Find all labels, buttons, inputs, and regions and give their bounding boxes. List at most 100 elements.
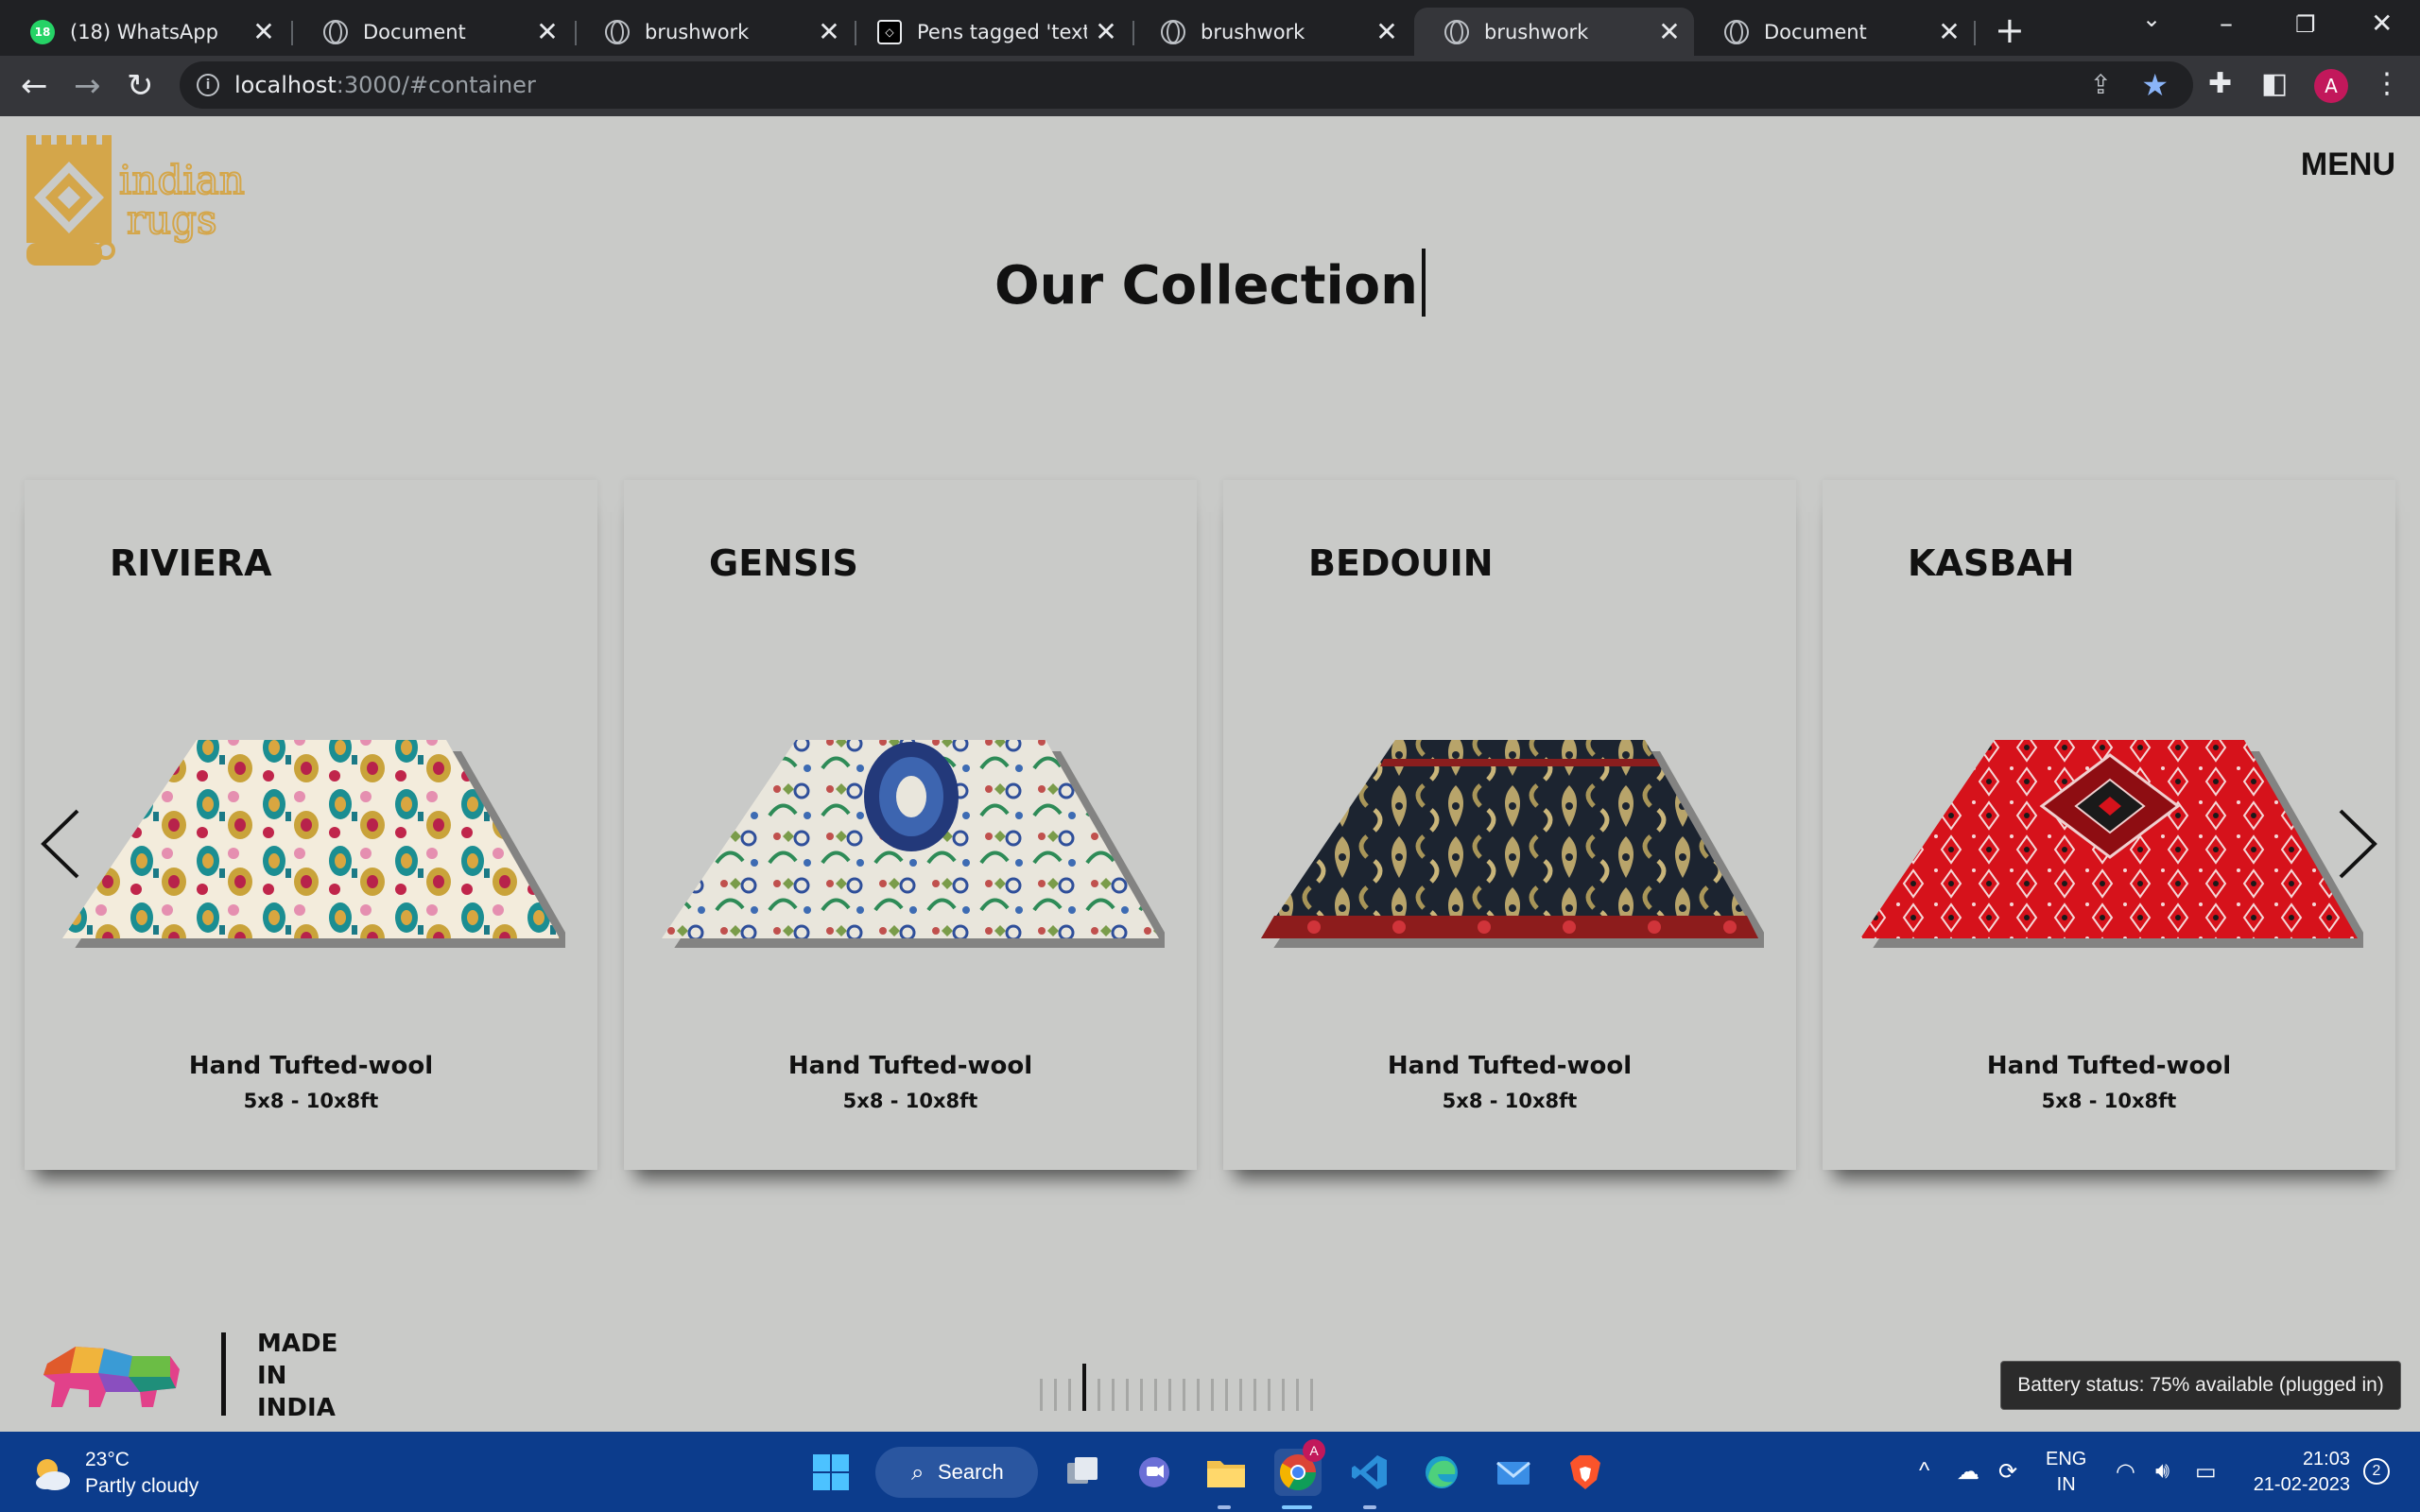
progress-tick[interactable]	[1282, 1379, 1285, 1411]
carousel-progress[interactable]	[1040, 1364, 1313, 1411]
vscode-button[interactable]	[1346, 1449, 1393, 1496]
whatsapp-icon: 18	[30, 19, 55, 44]
close-icon[interactable]: ✕	[818, 16, 840, 47]
collection-card-bedouin[interactable]: BEDOUIN Hand Tufted-wool 5x8 - 10x8ft	[1223, 480, 1796, 1170]
task-view-button[interactable]	[1059, 1449, 1106, 1496]
reload-icon[interactable]: ↻	[127, 67, 154, 105]
made-in-india-line: INDIA	[257, 1394, 336, 1422]
progress-tick[interactable]	[1068, 1379, 1071, 1411]
taskbar-search[interactable]: ⌕ Search	[875, 1447, 1038, 1498]
tab-strip: 18 (18) WhatsApp ✕ Document ✕ brushwork …	[0, 0, 2420, 56]
tab-brushwork[interactable]: brushwork ✕	[575, 8, 854, 56]
close-icon[interactable]: ✕	[536, 16, 559, 47]
chrome-button[interactable]: A	[1274, 1439, 1325, 1496]
onedrive-icon[interactable]: ☁	[1957, 1458, 1979, 1486]
address-bar[interactable]: i localhost:3000/#container ⇪ ★	[180, 61, 2193, 109]
progress-tick[interactable]	[1112, 1379, 1115, 1411]
teams-chat-button[interactable]	[1131, 1449, 1178, 1496]
card-size: 5x8 - 10x8ft	[243, 1090, 379, 1112]
close-icon[interactable]: ✕	[1375, 16, 1398, 47]
tab-document[interactable]: Document ✕	[1694, 8, 1974, 56]
sync-icon[interactable]: ⟳	[1998, 1458, 2017, 1486]
close-icon[interactable]: ✕	[252, 16, 275, 47]
new-tab-button[interactable]: +	[1995, 9, 2025, 51]
tab-whatsapp[interactable]: 18 (18) WhatsApp ✕	[0, 8, 288, 56]
card-size: 5x8 - 10x8ft	[842, 1090, 978, 1112]
close-icon[interactable]: ✕	[1938, 16, 1961, 47]
system-clock[interactable]: 21:03 21-02-2023	[2246, 1447, 2350, 1498]
progress-tick[interactable]	[1296, 1379, 1299, 1411]
progress-tick[interactable]	[1054, 1379, 1057, 1411]
battery-tooltip: Battery status: 75% available (plugged i…	[2000, 1361, 2401, 1410]
tab-codepen[interactable]: ◇ Pens tagged 'text-a ✕	[847, 8, 1131, 56]
wifi-icon[interactable]: ◠	[2116, 1458, 2135, 1486]
site-info-icon[interactable]: i	[197, 74, 219, 96]
back-icon[interactable]: ←	[21, 67, 48, 105]
carousel-prev-arrow[interactable]	[28, 801, 95, 886]
tab-separator	[1974, 21, 1976, 45]
tab-search-icon[interactable]: ⌄	[2142, 6, 2161, 32]
progress-tick[interactable]	[1040, 1379, 1043, 1411]
volume-icon[interactable]: 🔊︎	[2155, 1458, 2169, 1485]
codepen-icon: ◇	[877, 19, 902, 44]
close-icon[interactable]: ✕	[1095, 16, 1117, 47]
carousel-next-arrow[interactable]	[2324, 801, 2390, 886]
profile-avatar[interactable]: A	[2314, 69, 2348, 103]
progress-tick[interactable]	[1126, 1379, 1129, 1411]
window-close-icon[interactable]: ✕	[2371, 8, 2393, 39]
language-indicator[interactable]: ENG IN	[2046, 1447, 2086, 1498]
url-path: :3000/#container	[336, 72, 536, 98]
progress-tick[interactable]	[1239, 1379, 1242, 1411]
mail-button[interactable]	[1490, 1449, 1537, 1496]
text-cursor	[1422, 249, 1426, 317]
tab-title: Document	[363, 20, 466, 43]
progress-tick[interactable]	[1197, 1379, 1200, 1411]
collection-card-gensis[interactable]: GENSIS Hand Tufted-wool 5x8 - 10x8ft	[624, 480, 1197, 1170]
notification-badge[interactable]: 2	[2363, 1458, 2390, 1485]
progress-tick[interactable]	[1268, 1379, 1270, 1411]
language-code: ENG	[2046, 1449, 2087, 1469]
brave-button[interactable]	[1562, 1449, 1609, 1496]
progress-tick[interactable]	[1168, 1379, 1171, 1411]
progress-tick[interactable]	[1310, 1379, 1313, 1411]
progress-tick[interactable]	[1098, 1379, 1100, 1411]
edge-button[interactable]	[1418, 1449, 1465, 1496]
card-material: Hand Tufted-wool	[1986, 1052, 2232, 1080]
share-icon[interactable]: ⇪	[2090, 69, 2112, 100]
progress-tick[interactable]	[1140, 1379, 1143, 1411]
page-content: indian rugs MENU Our Collection RIVIERA	[0, 116, 2420, 1432]
progress-tick[interactable]	[1183, 1379, 1185, 1411]
menu-button[interactable]: MENU	[2301, 146, 2395, 183]
card-size: 5x8 - 10x8ft	[2041, 1090, 2177, 1112]
minimize-icon[interactable]: –	[2220, 8, 2233, 39]
vscode-icon	[1352, 1455, 1387, 1489]
running-indicator	[1218, 1505, 1231, 1509]
progress-tick-current[interactable]	[1082, 1364, 1086, 1411]
tab-brushwork[interactable]: brushwork ✕	[1131, 8, 1411, 56]
chat-icon	[1139, 1457, 1169, 1487]
battery-icon[interactable]: ▭	[2195, 1458, 2217, 1486]
progress-tick[interactable]	[1154, 1379, 1157, 1411]
progress-tick[interactable]	[1253, 1379, 1256, 1411]
collection-card-kasbah[interactable]: KASBAH Hand Tufted-wool 5x8 - 10x8ft	[1823, 480, 2395, 1170]
extensions-icon[interactable]: ✚	[2208, 67, 2232, 100]
made-in-india-text: MADE IN INDIA	[257, 1328, 337, 1424]
kasbah-rug-image	[1860, 740, 2363, 948]
collection-card-riviera[interactable]: RIVIERA Hand Tufted-wool 5x8 - 10x8ft	[25, 480, 597, 1170]
forward-icon[interactable]: →	[74, 67, 101, 105]
url-text[interactable]: localhost:3000/#container	[234, 72, 536, 98]
progress-tick[interactable]	[1211, 1379, 1214, 1411]
partly-cloudy-icon[interactable]	[28, 1451, 74, 1496]
windows-logo-icon	[813, 1454, 849, 1490]
tab-brushwork-active[interactable]: brushwork ✕	[1414, 8, 1694, 56]
show-hidden-icons[interactable]: ^	[1919, 1458, 1929, 1485]
bookmark-star-icon[interactable]: ★	[2141, 67, 2169, 103]
close-icon[interactable]: ✕	[1658, 16, 1681, 47]
tab-document[interactable]: Document ✕	[293, 8, 572, 56]
file-explorer-button[interactable]	[1202, 1449, 1250, 1496]
restore-icon[interactable]: ❐	[2295, 11, 2316, 38]
side-panel-icon[interactable]: ◧	[2261, 67, 2288, 100]
progress-tick[interactable]	[1225, 1379, 1228, 1411]
more-menu-icon[interactable]: ⋮	[2373, 67, 2401, 100]
start-button[interactable]	[807, 1449, 855, 1496]
